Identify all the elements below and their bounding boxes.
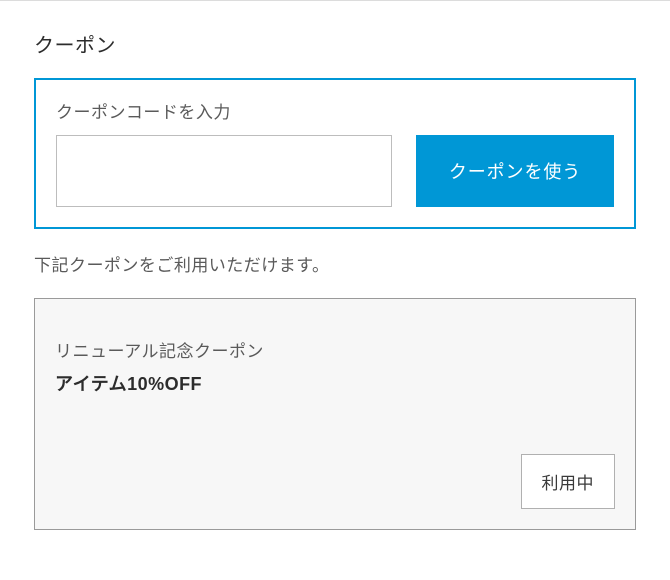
coupon-entry-box: クーポンコードを入力 クーポンを使う <box>34 78 636 229</box>
coupon-status-badge[interactable]: 利用中 <box>521 454 615 509</box>
coupon-code-label: クーポンコードを入力 <box>56 98 614 123</box>
coupon-benefit: アイテム10%OFF <box>55 370 615 396</box>
available-coupons-text: 下記クーポンをご利用いただけます。 <box>34 251 636 276</box>
coupon-card: リニューアル記念クーポン アイテム10%OFF 利用中 <box>34 298 636 530</box>
coupon-code-input[interactable] <box>56 135 392 207</box>
section-title: クーポン <box>34 29 636 58</box>
coupon-name: リニューアル記念クーポン <box>55 337 615 362</box>
apply-coupon-button[interactable]: クーポンを使う <box>416 135 614 207</box>
